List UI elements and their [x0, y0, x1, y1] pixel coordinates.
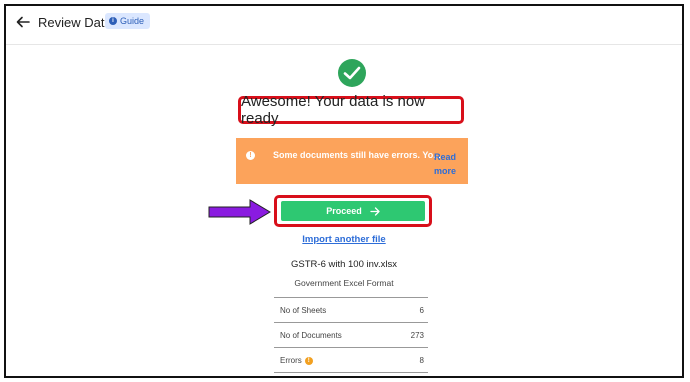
file-stats-table: No of Sheets 6 No of Documents 273 Error…: [274, 297, 428, 373]
stats-label: Errors: [280, 356, 302, 365]
stats-row-sheets: No of Sheets 6: [274, 298, 428, 323]
exclamation-icon: !: [246, 151, 255, 160]
guide-label: Guide: [120, 16, 145, 26]
app-window: Review Data i Guide Awesome! Your data i…: [4, 4, 684, 378]
stats-value: 273: [410, 331, 424, 340]
proceed-label: Proceed: [326, 206, 362, 216]
proceed-button[interactable]: Proceed: [281, 201, 425, 221]
stats-row-documents: No of Documents 273: [274, 323, 428, 348]
stats-value: 6: [419, 306, 424, 315]
error-warning-icon[interactable]: !: [304, 356, 313, 365]
guide-button[interactable]: i Guide: [105, 13, 151, 29]
stats-label-errors: Errors!: [280, 356, 313, 365]
annotation-arrow-icon: [208, 199, 271, 225]
warning-banner: ! Some documents still have errors. Yo..…: [236, 138, 468, 184]
stats-label: No of Documents: [280, 331, 342, 340]
page-title: Review Data: [38, 15, 112, 30]
file-format: Government Excel Format: [294, 278, 394, 288]
file-name: GSTR-6 with 100 inv.xlsx: [291, 259, 397, 270]
back-arrow-icon[interactable]: [16, 15, 30, 29]
warning-text: Some documents still have errors. Yo...: [273, 150, 441, 160]
stats-row-errors: Errors! 8: [274, 348, 428, 373]
proceed-highlight: Proceed: [274, 195, 432, 227]
import-another-file-link[interactable]: Import another file: [6, 234, 682, 245]
page-header: Review Data i Guide: [6, 6, 682, 45]
success-heading: Awesome! Your data is now ready: [241, 93, 426, 127]
info-icon: i: [109, 17, 117, 25]
arrow-right-icon: [370, 206, 380, 216]
stats-value: 8: [419, 356, 424, 365]
checkmark-circle-icon: [338, 59, 366, 87]
stats-label: No of Sheets: [280, 306, 327, 315]
read-more-link[interactable]: Read more: [434, 150, 464, 178]
success-heading-highlight: Awesome! Your data is now ready: [238, 93, 464, 127]
